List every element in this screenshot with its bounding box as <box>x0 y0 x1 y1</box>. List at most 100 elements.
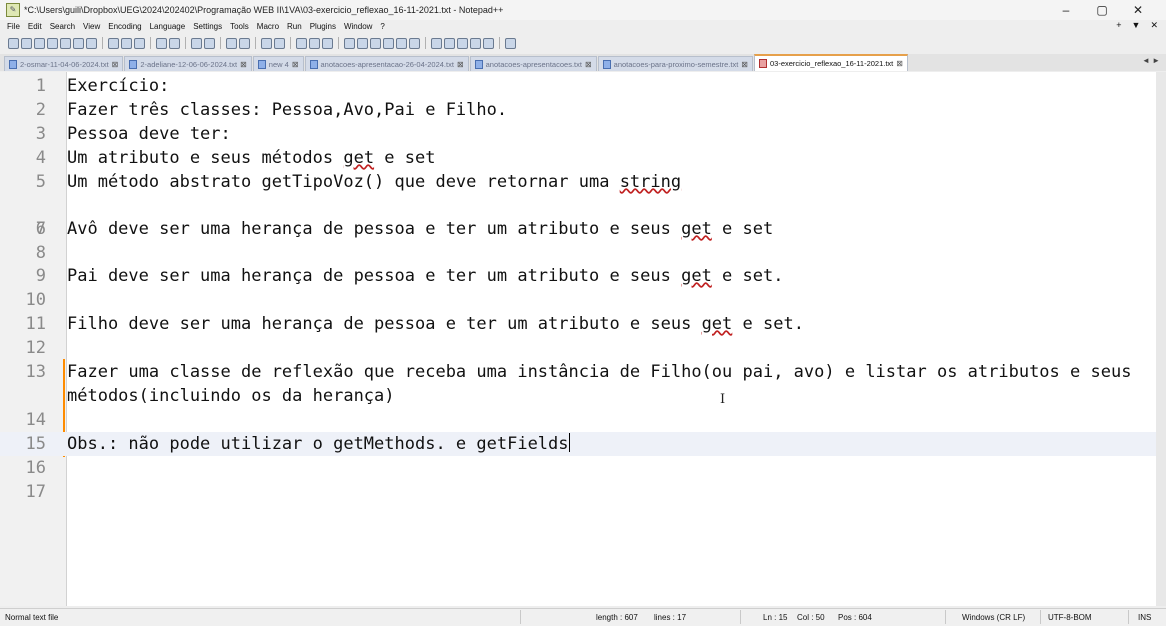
undo-icon[interactable] <box>156 37 167 49</box>
line-text: Fazer três classes: Pessoa,Avo,Pai e Fil… <box>67 100 508 120</box>
editor-line: 8 <box>0 241 1156 265</box>
editor-line: 1 Exercício: <box>0 74 1156 98</box>
menu-macro[interactable]: Macro <box>253 22 283 31</box>
save-icon[interactable] <box>34 37 45 49</box>
tab-2-adeliane[interactable]: 2-adeliane-12-06-06-2024.txt ⊠ <box>124 56 252 71</box>
menu-run[interactable]: Run <box>283 22 306 31</box>
print-icon[interactable] <box>86 37 97 49</box>
tab-close-icon[interactable]: ⊠ <box>112 60 119 69</box>
editor-line: 7 Avô deve ser uma herança de pessoa e t… <box>0 217 1156 241</box>
record-macro-icon[interactable] <box>431 37 442 49</box>
show-all-characters-icon[interactable] <box>309 37 320 49</box>
status-line-number: Ln : 15 <box>763 613 788 622</box>
copy-icon[interactable] <box>121 37 132 49</box>
file-saved-icon <box>602 59 611 69</box>
menu-tools[interactable]: Tools <box>226 22 253 31</box>
tab-list-dropdown-icon[interactable]: ▼ <box>1132 20 1141 31</box>
menu-search[interactable]: Search <box>46 22 79 31</box>
tab-new-4[interactable]: new 4 ⊠ <box>252 56 304 71</box>
line-text: Obs.: não pode utilizar o getMethods. e … <box>67 432 570 456</box>
menu-file[interactable]: File <box>0 22 24 31</box>
menu-view[interactable]: View <box>79 22 104 31</box>
line-text: Pai deve ser uma herança de pessoa e ter… <box>67 264 783 288</box>
tab-close-icon[interactable]: ⊠ <box>741 60 748 69</box>
text-segment: e set <box>711 219 774 239</box>
menu-encoding[interactable]: Encoding <box>104 22 145 31</box>
text-segment: Um método abstrato getTipoVoz() que deve… <box>67 172 620 192</box>
status-length: length : 607 <box>596 613 638 622</box>
status-divider <box>1128 610 1129 624</box>
find-icon[interactable] <box>191 37 202 49</box>
define-language-icon[interactable] <box>344 37 355 49</box>
status-divider <box>1040 610 1041 624</box>
menu-window[interactable]: Window <box>340 22 376 31</box>
menu-edit[interactable]: Edit <box>24 22 46 31</box>
tab-close-icon[interactable]: ⊠ <box>457 60 464 69</box>
status-encoding[interactable]: UTF-8-BOM <box>1048 613 1092 622</box>
zoom-in-icon[interactable] <box>226 37 237 49</box>
tab-close-icon[interactable]: ⊠ <box>896 59 903 68</box>
status-lines: lines : 17 <box>654 613 687 622</box>
replace-icon[interactable] <box>204 37 215 49</box>
close-all-icon[interactable] <box>73 37 84 49</box>
vertical-scrollbar[interactable] <box>1156 72 1166 606</box>
run-macro-multiple-icon[interactable] <box>470 37 481 49</box>
sync-horizontal-icon[interactable] <box>274 37 285 49</box>
folder-as-workspace-icon[interactable] <box>383 37 394 49</box>
spell-check-icon[interactable] <box>505 37 516 49</box>
monitoring-icon[interactable] <box>396 37 407 49</box>
status-insert-mode[interactable]: INS <box>1138 613 1151 622</box>
line-number: 17 <box>25 482 46 502</box>
tab-close-icon[interactable]: ⊠ <box>240 60 247 69</box>
close-icon[interactable] <box>60 37 71 49</box>
tab-scroll-arrows[interactable]: ◄ ► <box>1142 56 1160 65</box>
tab-anotacoes-apresentacoes[interactable]: anotacoes-apresentacoes.txt ⊠ <box>469 56 597 71</box>
close-document-icon[interactable]: ✕ <box>1150 20 1158 31</box>
new-file-icon[interactable] <box>8 37 19 49</box>
tab-anotacoes-proximo-semestre[interactable]: anotacoes-para-proximo-semestre.txt ⊠ <box>597 56 753 71</box>
new-document-icon[interactable]: + <box>1116 20 1121 31</box>
eye-icon[interactable] <box>409 37 420 49</box>
text-segment: e set <box>374 148 436 168</box>
toolbar-separator <box>499 37 500 49</box>
tab-03-exercicio-reflexao[interactable]: 03-exercicio_reflexao_16-11-2021.txt ⊠ <box>754 54 908 71</box>
status-eol-format[interactable]: Windows (CR LF) <box>962 613 1025 622</box>
menu-language[interactable]: Language <box>146 22 190 31</box>
line-number: 16 <box>25 458 46 478</box>
line-number: 11 <box>25 314 46 334</box>
line-text: Filho deve ser uma herança de pessoa e t… <box>67 312 804 336</box>
toolbar-separator <box>425 37 426 49</box>
minimize-button[interactable]: – <box>1048 0 1084 20</box>
tab-2-osmar[interactable]: 2-osmar-11-04-06-2024.txt ⊠ <box>4 56 124 71</box>
play-macro-icon[interactable] <box>457 37 468 49</box>
zoom-out-icon[interactable] <box>239 37 250 49</box>
tab-close-icon[interactable]: ⊠ <box>292 60 299 69</box>
status-divider <box>945 610 946 624</box>
indent-guide-icon[interactable] <box>322 37 333 49</box>
document-map-icon[interactable] <box>357 37 368 49</box>
tab-label: anotacoes-apresentacao-26-04-2024.txt <box>320 59 454 69</box>
menu-settings[interactable]: Settings <box>189 22 226 31</box>
function-list-icon[interactable] <box>370 37 381 49</box>
stop-macro-icon[interactable] <box>444 37 455 49</box>
editor-line: 3 Pessoa deve ter: <box>0 122 1156 146</box>
tab-close-icon[interactable]: ⊠ <box>585 60 592 69</box>
save-all-icon[interactable] <box>47 37 58 49</box>
spellcheck-word: get <box>681 266 712 286</box>
maximize-button[interactable]: ▢ <box>1084 0 1120 20</box>
close-button[interactable]: ✕ <box>1120 0 1156 20</box>
text-segment: Filho deve ser uma herança de pessoa e t… <box>67 314 702 334</box>
tab-anotacoes-apresentacao[interactable]: anotacoes-apresentacao-26-04-2024.txt ⊠ <box>304 56 469 71</box>
status-position: Pos : 604 <box>838 613 872 622</box>
sync-vertical-icon[interactable] <box>261 37 272 49</box>
text-editor[interactable]: 1 Exercício: 2 Fazer três classes: Pesso… <box>0 72 1156 606</box>
menu-help[interactable]: ? <box>376 22 388 31</box>
redo-icon[interactable] <box>169 37 180 49</box>
paste-icon[interactable] <box>134 37 145 49</box>
save-macro-icon[interactable] <box>483 37 494 49</box>
word-wrap-icon[interactable] <box>296 37 307 49</box>
toolbar-separator <box>150 37 151 49</box>
menu-plugins[interactable]: Plugins <box>306 22 340 31</box>
open-file-icon[interactable] <box>21 37 32 49</box>
cut-icon[interactable] <box>108 37 119 49</box>
